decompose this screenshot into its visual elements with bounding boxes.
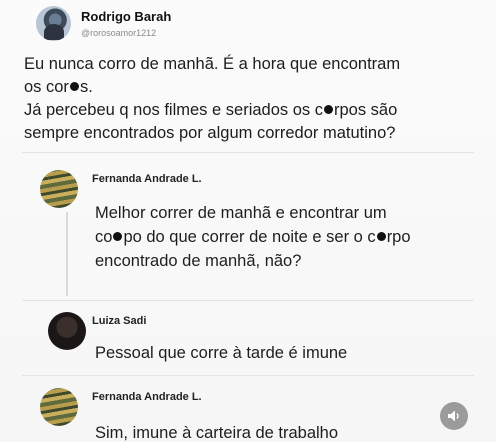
comment-text: Melhor correr de manhã e encontrar um co… bbox=[95, 201, 465, 273]
post-line: os cor s. bbox=[24, 76, 484, 99]
divider bbox=[22, 300, 474, 301]
comment-line-text: co bbox=[95, 228, 113, 246]
post-line-text: os cor bbox=[24, 78, 69, 96]
post-line-text: sempre encontrados por algum corredor ma… bbox=[24, 124, 396, 142]
author-avatar[interactable] bbox=[36, 6, 71, 41]
commenter-name[interactable]: Fernanda Andrade L. bbox=[92, 391, 202, 403]
comment-line: Melhor correr de manhã e encontrar um bbox=[95, 204, 387, 222]
commenter-avatar[interactable] bbox=[40, 388, 78, 426]
divider bbox=[22, 152, 474, 153]
post-line: sempre encontrados por algum corredor ma… bbox=[24, 122, 484, 145]
post-line-text: s. bbox=[79, 78, 93, 96]
speaker-icon bbox=[446, 408, 462, 424]
post-line: Eu nunca corro de manhã. É a hora que en… bbox=[24, 53, 484, 76]
comment-text: Pessoal que corre à tarde é imune bbox=[95, 344, 348, 362]
commenter-avatar[interactable] bbox=[40, 170, 78, 208]
censor-mark bbox=[324, 105, 333, 114]
censor-mark bbox=[113, 232, 123, 241]
comment-line: co po do que correr de noite e ser o c rpo bbox=[95, 225, 465, 249]
post-text: Eu nunca corro de manhã. É a hora que en… bbox=[24, 53, 484, 145]
comment-text: Sim, imune à carteira de trabalho bbox=[95, 424, 339, 442]
censor-mark bbox=[69, 82, 79, 91]
post-line-text: rpos são bbox=[334, 101, 398, 119]
commenter-name[interactable]: Luiza Sadi bbox=[92, 315, 146, 327]
post-line-text: Já percebeu q nos filmes e seriados os c bbox=[24, 101, 323, 119]
divider bbox=[22, 375, 474, 376]
commenter-avatar[interactable] bbox=[48, 312, 86, 350]
screenshot-frame: Rodrigo Barah @rorosoamor1212 Eu nunca c… bbox=[0, 0, 496, 442]
author-handle[interactable]: @rorosoamor1212 bbox=[81, 28, 156, 38]
censor-mark bbox=[376, 232, 386, 241]
thread-line bbox=[66, 212, 68, 296]
comment-line-text: rpo bbox=[386, 228, 411, 246]
post-line: Já percebeu q nos filmes e seriados os c… bbox=[24, 99, 484, 122]
comment-line-text: po do que correr de noite e ser o c bbox=[123, 228, 376, 246]
author-name[interactable]: Rodrigo Barah bbox=[81, 9, 171, 24]
sound-toggle-button[interactable] bbox=[440, 402, 468, 430]
commenter-name[interactable]: Fernanda Andrade L. bbox=[92, 173, 202, 185]
comment-line: encontrado de manhã, não? bbox=[95, 252, 302, 270]
post-line-text: Eu nunca corro de manhã. É a hora que en… bbox=[24, 55, 401, 73]
